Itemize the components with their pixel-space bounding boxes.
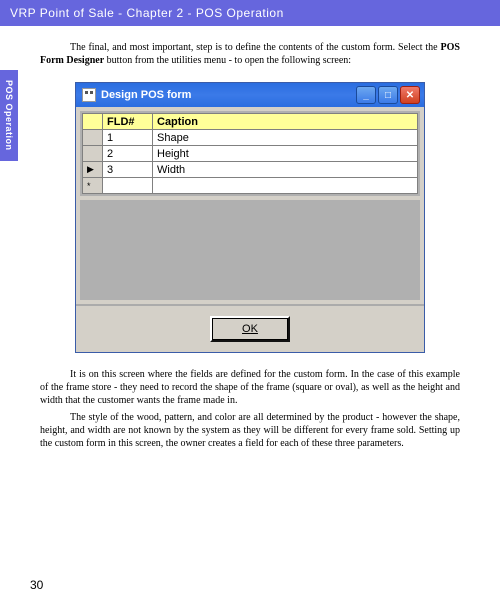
row-selector <box>83 130 103 146</box>
fld-cell-empty[interactable] <box>103 178 153 194</box>
button-panel: OK <box>76 304 424 352</box>
fld-cell[interactable]: 3 <box>103 162 153 178</box>
ok-button[interactable]: OK <box>210 316 290 342</box>
intro-paragraph: The final, and most important, step is t… <box>40 41 460 67</box>
fld-cell[interactable]: 2 <box>103 146 153 162</box>
table-row[interactable]: 1 Shape <box>83 130 418 146</box>
page-number: 30 <box>30 578 43 592</box>
minimize-button[interactable]: _ <box>356 86 376 104</box>
grid-empty-space <box>80 200 420 300</box>
corner-header <box>83 114 103 130</box>
paragraph-3: The style of the wood, pattern, and colo… <box>40 411 460 450</box>
fields-table[interactable]: FLD# Caption 1 Shape 2 Height ▶ <box>82 113 418 194</box>
table-row[interactable]: ▶ 3 Width <box>83 162 418 178</box>
side-tab-pos-operation: POS Operation <box>0 70 18 161</box>
row-selector-current: ▶ <box>83 162 103 178</box>
row-selector-new: * <box>83 178 103 194</box>
close-button[interactable]: ✕ <box>400 86 420 104</box>
window-titlebar: Design POS form _ □ ✕ <box>76 83 424 107</box>
table-row-new[interactable]: * <box>83 178 418 194</box>
fld-cell[interactable]: 1 <box>103 130 153 146</box>
grid-area: FLD# Caption 1 Shape 2 Height ▶ <box>80 111 420 196</box>
row-selector <box>83 146 103 162</box>
caption-cell[interactable]: Shape <box>153 130 418 146</box>
intro-text-after: button from the utilities menu - to open… <box>104 55 351 66</box>
chapter-header: VRP Point of Sale - Chapter 2 - POS Oper… <box>0 0 500 26</box>
design-pos-form-window: Design POS form _ □ ✕ FLD# Caption <box>75 82 425 353</box>
maximize-button[interactable]: □ <box>378 86 398 104</box>
window-title: Design POS form <box>101 89 191 101</box>
caption-cell[interactable]: Width <box>153 162 418 178</box>
caption-cell[interactable]: Height <box>153 146 418 162</box>
window-icon <box>82 88 96 102</box>
intro-text-before: The final, and most important, step is t… <box>70 42 441 53</box>
paragraph-2: It is on this screen where the fields ar… <box>40 368 460 407</box>
table-row[interactable]: 2 Height <box>83 146 418 162</box>
caption-column-header: Caption <box>153 114 418 130</box>
caption-cell-empty[interactable] <box>153 178 418 194</box>
ok-label-rest: K <box>251 323 258 335</box>
fld-column-header: FLD# <box>103 114 153 130</box>
